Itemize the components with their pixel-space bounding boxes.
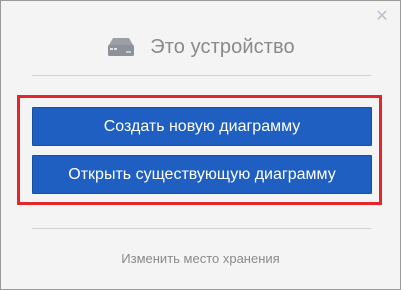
close-icon[interactable]: ✕ xyxy=(375,9,389,25)
divider-bottom xyxy=(32,228,371,229)
storage-dialog: ✕ Это устройство Создать новую диаграмму… xyxy=(0,0,401,290)
dialog-title: Это устройство xyxy=(150,35,295,58)
create-diagram-button[interactable]: Создать новую диаграмму xyxy=(32,107,372,146)
open-diagram-button[interactable]: Открыть существующую диаграмму xyxy=(32,155,372,194)
dialog-header: Это устройство xyxy=(1,32,400,62)
divider-top xyxy=(32,75,371,76)
hard-drive-icon xyxy=(106,36,136,58)
change-storage-link[interactable]: Изменить место хранения xyxy=(1,251,400,266)
